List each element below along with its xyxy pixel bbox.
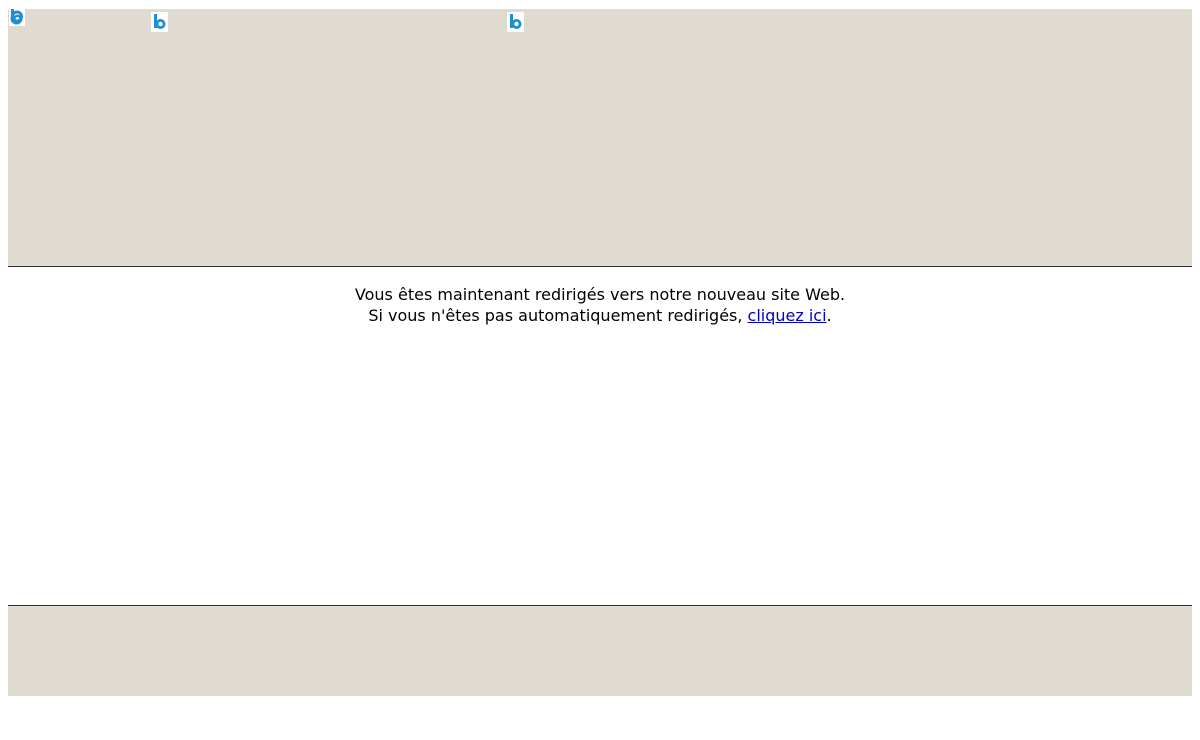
click-here-link[interactable]: cliquez ici bbox=[748, 306, 827, 325]
broken-image-icon bbox=[151, 12, 168, 32]
broken-image-icon bbox=[507, 12, 524, 32]
header-banner bbox=[8, 9, 1192, 266]
message-area: Vous êtes maintenant redirigés vers notr… bbox=[8, 267, 1192, 605]
redirect-line-2: Si vous n'êtes pas automatiquement redir… bbox=[8, 305, 1192, 326]
footer-banner bbox=[8, 606, 1192, 696]
redirect-line-1: Vous êtes maintenant redirigés vers notr… bbox=[354, 285, 846, 304]
redirect-message: Vous êtes maintenant redirigés vers notr… bbox=[8, 284, 1192, 326]
broken-image-icon bbox=[9, 9, 25, 26]
page: Vous êtes maintenant redirigés vers notr… bbox=[8, 9, 1192, 696]
redirect-line-2-suffix: . bbox=[826, 306, 832, 325]
redirect-line-2-prefix: Si vous n'êtes pas automatiquement redir… bbox=[368, 306, 748, 325]
